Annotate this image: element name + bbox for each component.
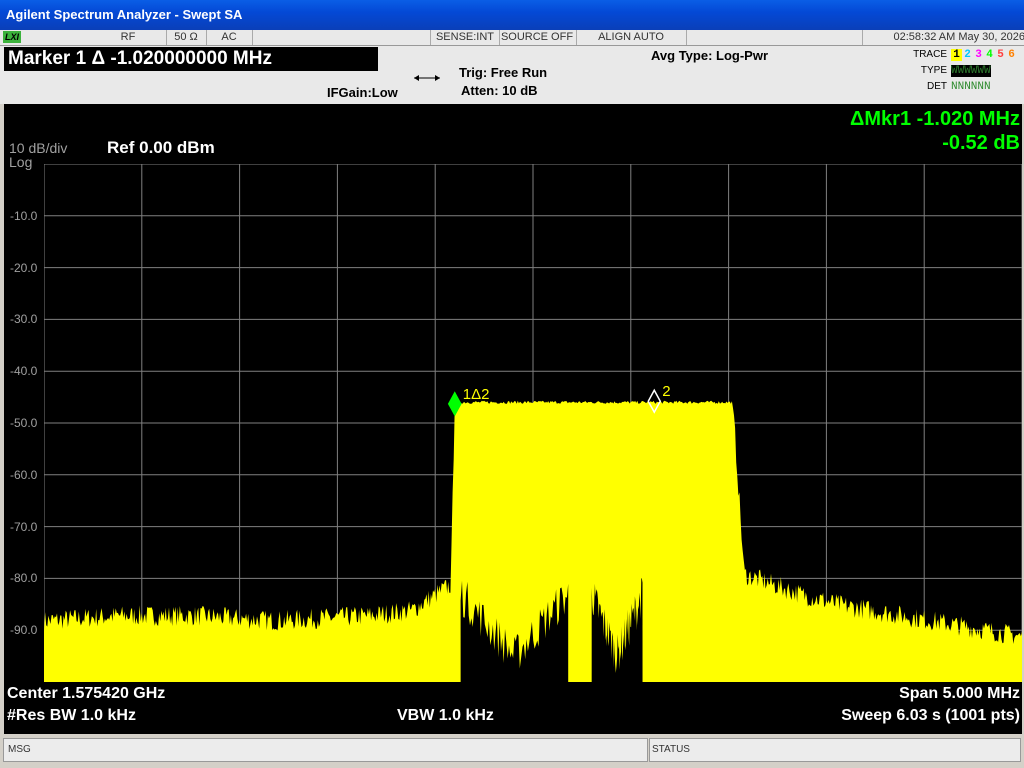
marker-1-label: 1Δ2 [463,386,490,403]
status-row: LXI RF 50 Ω AC SENSE:INT SOURCE OFF ALIG… [0,30,1024,46]
delta-marker-frequency: ΔMkr1 -1.020 MHz [850,108,1020,130]
y-tick-label: -10.0 [10,208,38,223]
trace-2[interactable]: 2 [962,49,973,61]
avg-type-label: Avg Type: Log-Pwr [651,48,768,63]
sweep[interactable]: Sweep 6.03 s (1001 pts) [841,707,1020,725]
spectrum-plot[interactable]: 1Δ2 2 [44,164,1022,682]
trace-3[interactable]: 3 [973,49,984,61]
status-label: STATUS [652,744,690,755]
align-indicator: ALIGN AUTO [576,30,687,45]
y-tick-label: -80.0 [10,571,38,586]
msg-box: MSG [3,738,648,762]
trig-label: Trig: Free Run [459,65,548,80]
marker-2-label: 2 [662,383,670,400]
trace-label: TRACE [913,49,947,60]
delta-marker-amplitude: -0.52 dB [942,132,1020,154]
y-tick-label: -60.0 [10,467,38,482]
msg-label: MSG [8,744,31,755]
res-bw[interactable]: #Res BW 1.0 kHz [7,707,136,725]
lxi-icon: LXI [3,31,21,43]
trace-numbers: 123456 [951,49,1017,61]
sense-indicator: SENSE:INT [430,30,500,45]
rf-indicator: RF [90,30,167,45]
trace-det-values: NNNNNN [951,81,991,93]
trigger-arrow-icon [414,75,440,81]
det-label: DET [927,81,947,92]
window-title: Agilent Spectrum Analyzer - Swept SA [6,7,243,22]
trace-1[interactable]: 1 [951,49,962,61]
type-label: TYPE [920,65,947,76]
ifgain-label: IFGain:Low [327,85,398,100]
coupling-indicator: AC [206,30,253,45]
y-tick-label: -30.0 [10,312,38,327]
atten-label: Atten: 10 dB [461,83,538,98]
y-tick-label: -50.0 [10,416,38,430]
datetime: 02:58:32 AM May 30, 2026 [862,30,1024,45]
spectrum-display: 10 dB/div Log Ref 0.00 dBm ΔMkr1 -1.020 … [4,104,1022,734]
trace-4[interactable]: 4 [984,49,995,61]
trace-6[interactable]: 6 [1006,49,1017,61]
title-bar: Agilent Spectrum Analyzer - Swept SA [0,0,1024,30]
y-tick-label: -20.0 [10,260,38,275]
trace-5[interactable]: 5 [995,49,1006,61]
center-frequency[interactable]: Center 1.575420 GHz [7,685,165,703]
source-indicator: SOURCE OFF [498,30,577,45]
span[interactable]: Span 5.000 MHz [899,685,1020,703]
ref-level: Ref 0.00 dBm [107,138,215,157]
bottom-status-bar: MSG STATUS [0,736,1024,768]
marker-header: Marker 1 Δ -1.020000000 MHz IFGain:Low T… [0,46,1024,104]
vbw[interactable]: VBW 1.0 kHz [397,707,494,725]
y-tick-label: -70.0 [10,519,38,534]
y-tick-label: -40.0 [10,364,38,379]
status-box: STATUS [649,738,1021,762]
impedance-indicator: 50 Ω [166,30,207,45]
y-tick-label: -90.0 [10,623,38,638]
log-label: Log [9,154,33,170]
trace-type-values: WWWWWW [951,65,991,77]
marker-title[interactable]: Marker 1 Δ -1.020000000 MHz [4,47,378,71]
